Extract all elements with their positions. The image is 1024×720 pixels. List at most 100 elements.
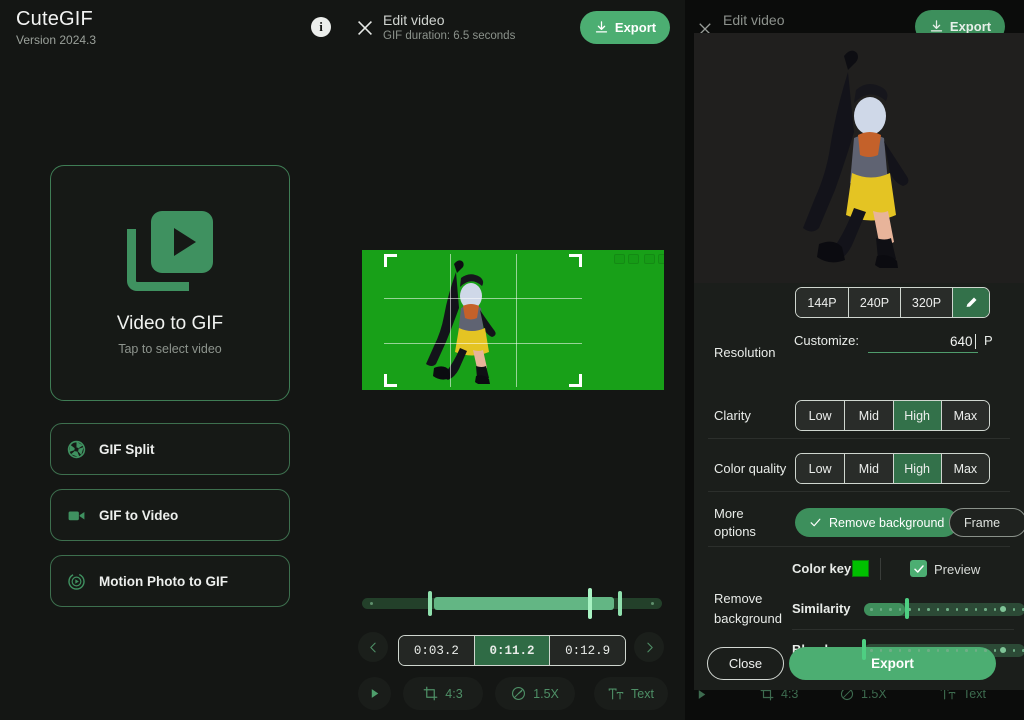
text-label: Text — [631, 687, 654, 701]
clarity-option-mid[interactable]: Mid — [844, 401, 892, 430]
play-icon — [368, 687, 381, 700]
text-button[interactable]: Text — [594, 677, 668, 710]
clarity-segment-group[interactable]: Low Mid High Max — [795, 400, 990, 431]
editor-title: Edit video — [383, 12, 444, 28]
crop-handle-bottom-right[interactable] — [569, 374, 582, 387]
trim-playhead[interactable] — [588, 588, 592, 619]
settings-sheet: Resolution 144P 240P 320P Customize: 640… — [694, 33, 1024, 690]
preview-label: Preview — [934, 562, 980, 578]
color-quality-option-high[interactable]: High — [893, 454, 941, 483]
clarity-option-low[interactable]: Low — [796, 401, 844, 430]
gif-split-icon — [67, 440, 86, 459]
sidebar-item-label: GIF to Video — [99, 508, 178, 523]
aspect-ratio-label: 4:3 — [445, 687, 462, 701]
clarity-option-max[interactable]: Max — [941, 401, 989, 430]
export-button[interactable]: Export — [580, 11, 670, 44]
aspect-ratio-button[interactable]: 4:3 — [403, 677, 483, 710]
customize-unit: P — [984, 333, 993, 348]
remove-background-label-2: background — [714, 611, 782, 627]
sidebar-item-motion-photo-to-gif[interactable]: Motion Photo to GIF — [50, 555, 290, 607]
similarity-end-dot — [1000, 606, 1006, 612]
prev-frame-button[interactable] — [358, 632, 388, 662]
crop-overlay[interactable] — [384, 254, 582, 387]
resolution-custom-button[interactable] — [952, 288, 989, 317]
chevron-right-icon — [643, 641, 656, 654]
more-options-label-2: options — [714, 524, 756, 540]
settings-export-button[interactable]: Export — [789, 647, 996, 680]
divider — [708, 546, 1010, 547]
similarity-slider[interactable] — [864, 600, 1012, 616]
sidebar-item-gif-to-video[interactable]: GIF to Video — [50, 489, 290, 541]
crop-handle-top-right[interactable] — [569, 254, 582, 267]
editor-subtitle: GIF duration: 6.5 seconds — [383, 30, 515, 42]
frame-option-button[interactable]: Frame — [949, 508, 1024, 537]
download-icon — [594, 20, 609, 35]
editor-panel: Edit video GIF duration: 6.5 seconds Exp… — [340, 0, 685, 720]
play-button[interactable] — [358, 677, 391, 710]
time-segment-group[interactable]: 0:03.2 0:11.2 0:12.9 — [398, 635, 626, 666]
video-to-gif-icon — [127, 211, 213, 291]
sidebar: CuteGIF Version 2024.3 i Video to GIF Ta… — [0, 0, 340, 720]
time-end[interactable]: 0:12.9 — [549, 636, 625, 665]
color-key-label: Color key — [792, 561, 851, 577]
time-current[interactable]: 0:11.2 — [474, 636, 550, 665]
download-icon — [929, 19, 944, 34]
trim-selection[interactable] — [434, 597, 614, 610]
trim-handle-start[interactable] — [428, 591, 432, 616]
close-icon[interactable] — [354, 17, 376, 39]
speed-label: 1.5X — [533, 687, 559, 701]
gif-to-video-icon — [67, 506, 86, 525]
check-icon — [809, 516, 822, 529]
video-preview[interactable] — [362, 250, 664, 390]
divider — [792, 629, 1014, 630]
sidebar-item-label: Motion Photo to GIF — [99, 574, 228, 589]
video-to-gif-card[interactable]: Video to GIF Tap to select video — [50, 165, 290, 401]
video-watermark-icons — [614, 254, 639, 264]
trim-handle-end[interactable] — [618, 591, 622, 616]
clarity-option-high[interactable]: High — [893, 401, 941, 430]
color-key-swatch[interactable] — [852, 560, 869, 577]
blend-thumb[interactable] — [862, 639, 866, 660]
text-icon — [608, 687, 624, 701]
crop-icon — [423, 686, 438, 701]
color-quality-option-mid[interactable]: Mid — [844, 454, 892, 483]
frame-option-label: Frame — [964, 516, 1000, 530]
app-window: CuteGIF Version 2024.3 i Video to GIF Ta… — [0, 0, 1024, 720]
more-options-label: More — [714, 506, 744, 522]
preview-checkbox[interactable] — [910, 560, 927, 577]
video-to-gif-subtitle: Tap to select video — [118, 342, 222, 356]
time-start[interactable]: 0:03.2 — [399, 636, 474, 665]
pencil-icon — [964, 295, 979, 310]
sidebar-item-gif-split[interactable]: GIF Split — [50, 423, 290, 475]
sidebar-item-label: GIF Split — [99, 442, 155, 457]
remove-background-toggle[interactable]: Remove background — [795, 508, 958, 537]
crop-handle-bottom-left[interactable] — [384, 374, 397, 387]
remove-background-label: Remove — [714, 591, 762, 607]
next-frame-button[interactable] — [634, 632, 664, 662]
color-quality-option-low[interactable]: Low — [796, 454, 844, 483]
remove-background-label: Remove background — [829, 516, 944, 530]
similarity-thumb[interactable] — [905, 598, 909, 619]
crop-handle-top-left[interactable] — [384, 254, 397, 267]
info-icon[interactable]: i — [311, 17, 331, 37]
close-button[interactable]: Close — [707, 647, 784, 680]
motion-photo-icon — [67, 572, 86, 591]
customize-input[interactable]: 640 — [868, 331, 978, 353]
resolution-segment-group[interactable]: 144P 240P 320P — [795, 287, 990, 318]
trim-timeline[interactable] — [362, 588, 662, 618]
speed-button[interactable]: 1.5X — [495, 677, 575, 710]
resolution-option-240p[interactable]: 240P — [848, 288, 900, 317]
customize-row: Customize: 640 P — [794, 331, 1024, 353]
video-to-gif-title: Video to GIF — [117, 313, 223, 335]
chevron-left-icon — [367, 641, 380, 654]
divider — [708, 438, 1010, 439]
resolution-option-144p[interactable]: 144P — [796, 288, 848, 317]
color-quality-option-max[interactable]: Max — [941, 454, 989, 483]
customize-label: Customize: — [794, 333, 859, 348]
transparent-preview[interactable] — [694, 33, 1024, 283]
export-button-label: Export — [615, 20, 656, 35]
color-quality-segment-group[interactable]: Low Mid High Max — [795, 453, 990, 484]
resolution-option-320p[interactable]: 320P — [900, 288, 952, 317]
editor-controls: 4:3 1.5X Text — [358, 677, 668, 710]
app-title: CuteGIF — [16, 8, 93, 31]
